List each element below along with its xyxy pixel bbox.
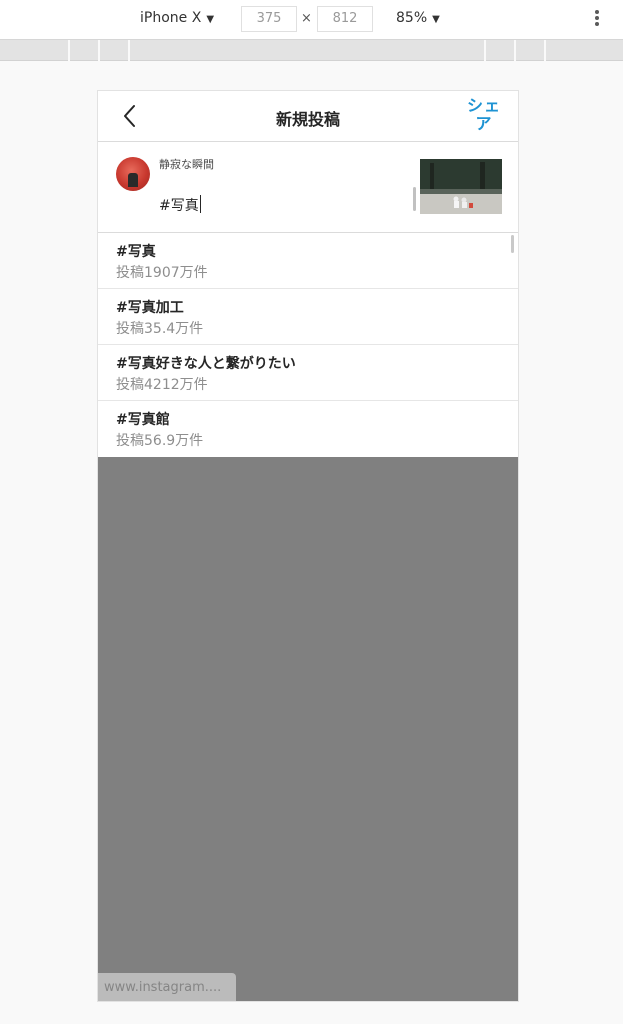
post-count: 投稿35.4万件 bbox=[116, 321, 204, 337]
hashtag-suggestions: #写真 投稿1907万件 #写真加工 投稿35.4万件 #写真好きな人と繋がりた… bbox=[98, 233, 518, 457]
share-button[interactable]: シェア bbox=[463, 97, 505, 133]
compose-area: 静寂な瞬間 #写真 bbox=[98, 143, 518, 233]
status-url: www.instagram.... bbox=[98, 973, 236, 1001]
media-query-segment[interactable] bbox=[514, 40, 544, 61]
page-title: 新規投稿 bbox=[275, 110, 340, 129]
caption-text: #写真 bbox=[159, 198, 199, 214]
caret-down-icon: ▼ bbox=[432, 14, 440, 25]
media-query-segment[interactable] bbox=[484, 40, 514, 61]
media-query-bar bbox=[0, 40, 623, 61]
viewport-height-input[interactable]: 812 bbox=[317, 6, 373, 32]
modal-overlay[interactable] bbox=[98, 457, 518, 1001]
hashtag-label: #写真 bbox=[116, 244, 156, 260]
dimension-times-label: × bbox=[301, 11, 312, 26]
hashtag-label: #写真加工 bbox=[116, 300, 184, 316]
emulated-viewport: 新規投稿 シェア 静寂な瞬間 #写真 #写真 投稿1907万件 #写真加工 投稿… bbox=[97, 90, 519, 1002]
device-selector[interactable]: iPhone X ▼ bbox=[140, 10, 214, 26]
media-query-segment[interactable] bbox=[128, 40, 158, 61]
list-item[interactable]: #写真 投稿1907万件 bbox=[98, 233, 518, 289]
devtools-device-toolbar: iPhone X ▼ 375 × 812 85% ▼ bbox=[0, 0, 623, 40]
caption-input[interactable]: #写真 bbox=[159, 195, 201, 215]
username-label: 静寂な瞬間 bbox=[159, 158, 214, 171]
viewport-width-input[interactable]: 375 bbox=[241, 6, 297, 32]
post-thumbnail bbox=[420, 159, 502, 214]
list-item[interactable]: #写真好きな人と繋がりたい 投稿4212万件 bbox=[98, 345, 518, 401]
caret-down-icon: ▼ bbox=[206, 14, 215, 25]
zoom-value: 85% bbox=[396, 10, 428, 26]
list-item[interactable]: #写真館 投稿56.9万件 bbox=[98, 401, 518, 457]
hashtag-label: #写真好きな人と繋がりたい bbox=[116, 356, 296, 372]
caption-scrollbar[interactable] bbox=[413, 187, 416, 211]
hashtag-label: #写真館 bbox=[116, 412, 170, 428]
avatar bbox=[116, 157, 150, 191]
post-count: 投稿1907万件 bbox=[116, 265, 208, 281]
zoom-selector[interactable]: 85% ▼ bbox=[396, 10, 440, 26]
list-item[interactable]: #写真加工 投稿35.4万件 bbox=[98, 289, 518, 345]
media-query-segment[interactable] bbox=[98, 40, 128, 61]
post-count: 投稿56.9万件 bbox=[116, 433, 204, 449]
suggestions-scrollbar[interactable] bbox=[511, 235, 514, 253]
text-cursor bbox=[199, 195, 201, 213]
app-header: 新規投稿 シェア bbox=[98, 91, 518, 142]
media-query-segment[interactable] bbox=[544, 40, 574, 61]
device-name: iPhone X bbox=[140, 10, 202, 26]
post-count: 投稿4212万件 bbox=[116, 377, 208, 393]
kebab-menu-icon[interactable] bbox=[590, 9, 604, 31]
media-query-segment[interactable] bbox=[68, 40, 98, 61]
